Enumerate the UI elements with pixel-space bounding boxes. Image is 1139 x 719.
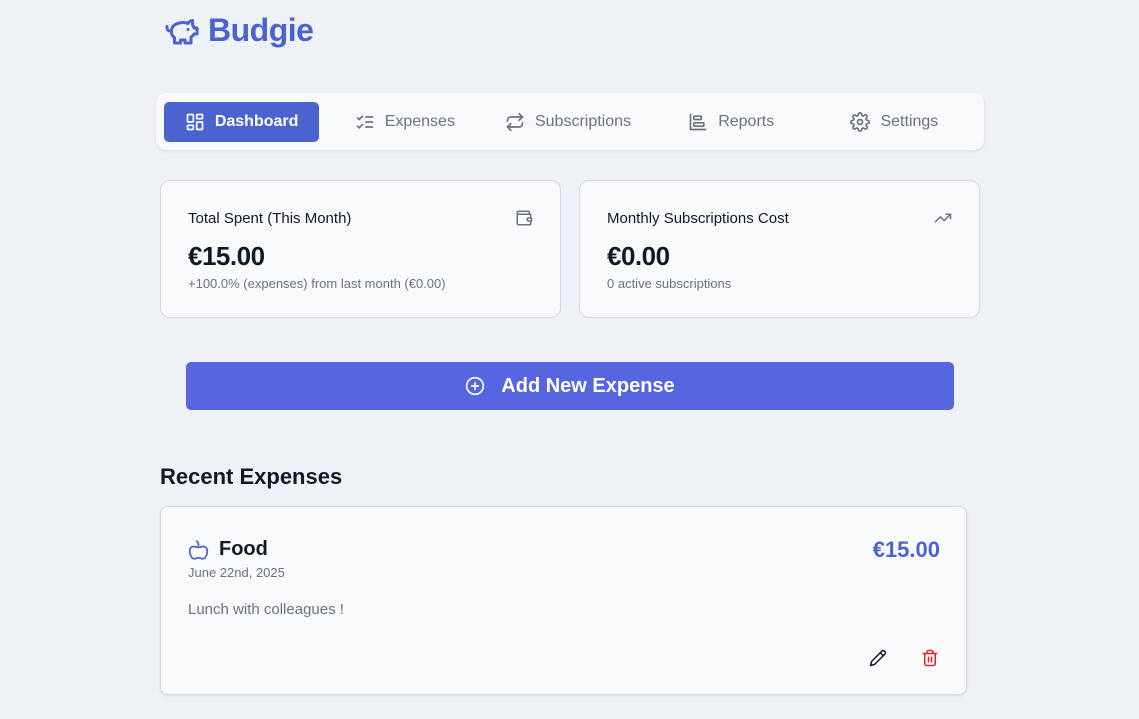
brand: Budgie	[164, 12, 314, 49]
layout-dashboard-icon	[186, 113, 204, 130]
list-checks-icon	[356, 114, 374, 129]
tab-label: Dashboard	[214, 112, 299, 130]
stat-card-subscriptions-cost: Monthly Subscriptions Cost €0.00 0 activ…	[579, 180, 980, 318]
tab-subscriptions[interactable]: Subscriptions	[486, 102, 649, 142]
gear-icon	[850, 111, 871, 132]
apple-icon	[188, 539, 209, 560]
plus-circle-icon	[466, 376, 485, 396]
wallet-icon	[516, 210, 533, 226]
main-nav: Dashboard Expenses Subscriptions Reports…	[156, 93, 984, 150]
pencil-icon	[869, 649, 887, 667]
trending-up-icon	[934, 213, 952, 223]
tab-label: Settings	[880, 112, 939, 130]
tab-expenses[interactable]: Expenses	[323, 102, 486, 142]
delete-expense-button[interactable]	[920, 648, 940, 668]
expense-amount: €15.00	[872, 537, 940, 562]
tab-label: Reports	[718, 112, 775, 130]
tab-reports[interactable]: Reports	[650, 102, 813, 142]
tab-dashboard[interactable]: Dashboard	[164, 101, 320, 142]
bar-chart-icon	[689, 113, 707, 130]
repeat-icon	[506, 112, 524, 131]
tab-settings[interactable]: Settings	[813, 102, 976, 142]
add-expense-button[interactable]: Add New Expense	[186, 362, 954, 410]
expense-category: Food	[188, 538, 268, 561]
stat-subtext: +100.0% (expenses) from last month (€0.0…	[188, 276, 446, 291]
tab-label: Expenses	[384, 112, 455, 130]
piggy-bank-icon	[164, 13, 200, 49]
edit-expense-button[interactable]	[868, 648, 888, 668]
brand-title: Budgie	[208, 12, 314, 48]
recent-expenses-heading: Recent Expenses	[160, 464, 343, 489]
stat-label: Monthly Subscriptions Cost	[607, 209, 789, 227]
expense-note: Lunch with colleagues !	[188, 601, 344, 618]
add-expense-label: Add New Expense	[501, 374, 675, 397]
tab-label: Subscriptions	[534, 112, 632, 130]
expense-actions	[868, 648, 940, 668]
stat-card-total-spent: Total Spent (This Month) €15.00 +100.0% …	[160, 180, 561, 318]
trash-icon	[922, 649, 938, 667]
stat-value: €0.00	[607, 241, 670, 271]
expense-category-name: Food	[219, 538, 268, 560]
stat-value: €15.00	[188, 241, 265, 271]
stat-label: Total Spent (This Month)	[188, 209, 352, 227]
expense-card: Food June 22nd, 2025 €15.00 Lunch with c…	[160, 506, 967, 695]
stat-subtext: 0 active subscriptions	[607, 276, 732, 291]
expense-date: June 22nd, 2025	[188, 565, 285, 580]
